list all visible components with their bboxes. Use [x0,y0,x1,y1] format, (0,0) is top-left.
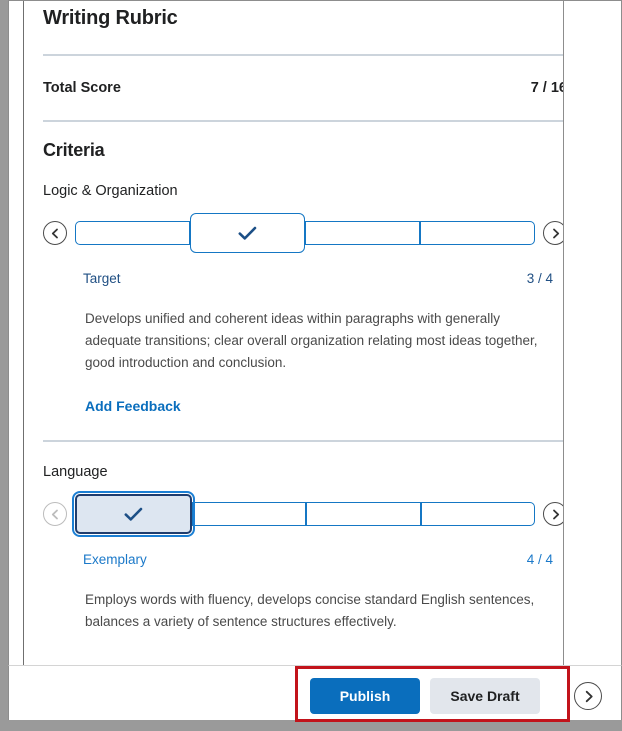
selected-level-score: 3 / 4 [526,271,553,286]
publish-button[interactable]: Publish [310,678,420,714]
rating-prev-button[interactable] [43,502,67,526]
rating-track [75,213,535,253]
rubric-scroll-content[interactable]: Writing Rubric Total Score 7 / 16 Criter… [24,1,563,673]
rating-segment-3[interactable] [306,502,421,526]
rating-next-button[interactable] [543,221,563,245]
selected-level-row: Exemplary 4 / 4 [83,552,553,567]
rating-segment-2-selected[interactable] [190,213,305,253]
level-description: Employs words with fluency, develops con… [85,592,535,629]
level-description: Develops unified and coherent ideas with… [85,311,538,370]
total-score-value: 7 / 16 [530,80,563,96]
selected-level-row: Target 3 / 4 [83,271,553,286]
rating-segment-4[interactable] [420,502,535,526]
criterion-language: Language Exemplary 4 / 4 Employs words w… [43,464,563,633]
rating-selector [43,490,563,538]
action-bar-buttons: Publish Save Draft [310,678,540,714]
title-divider [43,54,563,56]
screenshot-viewport: Writing Rubric Total Score 7 / 16 Criter… [0,0,622,731]
window-bottom-strip [0,720,622,731]
rating-segment-2[interactable] [191,502,306,526]
next-page-button[interactable] [574,682,602,710]
chevron-left-icon [51,509,58,519]
criterion-name: Logic & Organization [43,183,178,199]
chevron-right-icon [552,228,559,238]
criteria-heading: Criteria [43,140,105,160]
rating-segment-4[interactable] [420,221,535,245]
total-score-label: Total Score [43,80,121,96]
selected-level-name[interactable]: Exemplary [83,552,147,567]
check-icon [124,507,143,521]
rating-track [71,490,535,538]
rating-segment-3[interactable] [305,221,420,245]
page-title: Writing Rubric [43,7,178,29]
save-draft-button[interactable]: Save Draft [430,678,540,714]
rating-segment-1-selected[interactable] [71,490,195,538]
panel-right-divider [563,1,564,673]
criterion-divider [43,440,563,442]
check-icon [238,226,257,240]
criterion-name: Language [43,464,108,480]
rubric-panel: Writing Rubric Total Score 7 / 16 Criter… [8,0,622,720]
total-divider [43,120,563,122]
selected-level-name[interactable]: Target [83,271,121,286]
rating-next-button[interactable] [543,502,563,526]
rating-selector [43,213,563,253]
selected-level-score: 4 / 4 [526,552,553,567]
criterion-logic-organization: Logic & Organization Target 3 / 4 Develo… [43,183,563,416]
total-score-row: Total Score 7 / 16 [43,80,563,96]
chevron-right-icon [585,690,593,702]
rating-segment-1[interactable] [75,221,190,245]
add-feedback-link[interactable]: Add Feedback [85,398,181,414]
rating-prev-button[interactable] [43,221,67,245]
chevron-left-icon [51,228,58,238]
chevron-right-icon [552,509,559,519]
